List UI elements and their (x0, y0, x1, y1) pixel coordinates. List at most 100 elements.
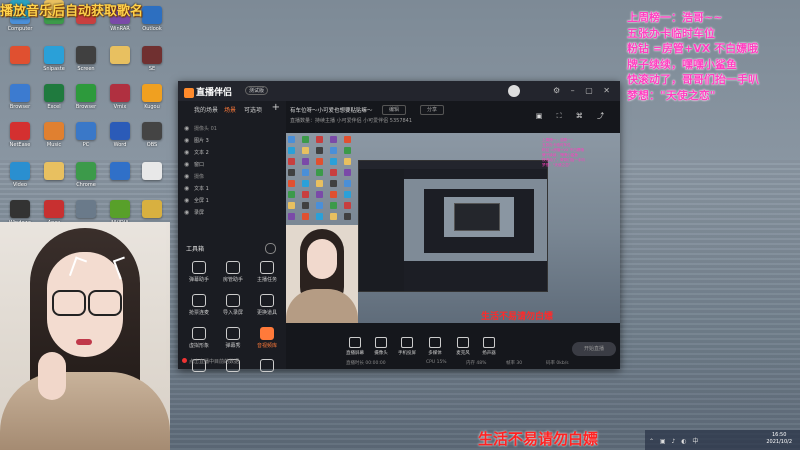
source-item[interactable]: ◉ 文本 2 (184, 147, 280, 158)
control-icon (429, 337, 441, 348)
source-item[interactable]: ◉ 录屏 (184, 207, 280, 218)
visibility-eye-icon[interactable]: ◉ (184, 123, 190, 134)
start-live-button[interactable]: 开始直播 (572, 342, 616, 356)
desktop-icon[interactable]: Snipaste (38, 46, 70, 82)
tool-icon (226, 294, 240, 307)
webcam-feed (0, 222, 170, 450)
visibility-eye-icon[interactable]: ◉ (184, 135, 190, 146)
desktop-icon[interactable]: Word (104, 122, 136, 158)
visibility-eye-icon[interactable]: ◉ (184, 147, 190, 158)
preview-text-overlay: 上周榜一：浩哥~~ 五张办卡临时车位 粉钻 =房管+VX 不白嫖哦 牌子续续，嘿嘿小鲨… (542, 138, 585, 168)
tool-button[interactable] (252, 359, 282, 374)
desktop-icon[interactable]: Screen (70, 46, 102, 82)
slogan-banner: 生活不易请勿白嫖 (478, 430, 599, 448)
desktop-icon[interactable]: NetEase (4, 122, 36, 158)
desktop-icon[interactable]: Music (38, 122, 70, 158)
status-item: 直播时长 00:00:00 (346, 361, 386, 366)
control-button[interactable]: 麦克风 (452, 337, 474, 356)
visibility-eye-icon[interactable]: ◉ (184, 171, 190, 182)
app-icon (76, 84, 96, 102)
desktop-icon-label: WinRAR (110, 26, 130, 32)
control-button[interactable]: 多媒体 (424, 337, 446, 356)
source-label: 摄像头 01 (194, 126, 217, 132)
scene-tab[interactable]: 我的场景 (194, 105, 218, 114)
tool-icon (192, 294, 206, 307)
preview-desktop-icon (302, 147, 309, 154)
tool-icon (260, 327, 274, 340)
desktop-icon-label: Kugou (144, 104, 160, 110)
tool-button[interactable]: 房管助手 (218, 261, 248, 283)
stream-preview[interactable]: 上周榜一：浩哥~~ 五张办卡临时车位 粉钻 =房管+VX 不白嫖哦 牌子续续，嘿嘿小鲨… (286, 133, 620, 323)
room-title: 有车位呀～小可爱也想要贴贴嘛～ (290, 108, 373, 114)
app-icon (110, 84, 130, 102)
desktop-icon[interactable] (104, 46, 136, 82)
tool-button[interactable]: 导入录屏 (218, 294, 248, 316)
preview-desktop-icon (344, 136, 351, 143)
preview-desktop-icon (330, 213, 337, 220)
source-item[interactable]: ◉ 图片 3 (184, 135, 280, 146)
desktop-icon[interactable]: Video (4, 162, 36, 198)
visibility-eye-icon[interactable]: ◉ (184, 207, 190, 218)
preview-overlay-line: 梦想："天使之恋" (542, 163, 571, 167)
visibility-eye-icon[interactable]: ◉ (184, 159, 190, 170)
user-avatar[interactable] (508, 85, 520, 97)
version-badge[interactable]: 测试版 (245, 86, 269, 95)
window-controls[interactable]: ⚙ – ▢ ✕ (553, 86, 614, 95)
control-button[interactable]: 直播屏幕 (344, 337, 366, 356)
tool-button[interactable]: 弹幕秀 (218, 327, 248, 349)
preview-desktop-icon (344, 180, 351, 187)
tool-button[interactable]: 弹幕助手 (184, 261, 214, 283)
preview-desktop-icon (344, 158, 351, 165)
desktop-icon[interactable] (136, 162, 168, 198)
control-button[interactable]: 摄像头 (370, 337, 392, 356)
source-item[interactable]: ◉ 摄像头 01 (184, 123, 280, 134)
tool-button[interactable]: 音视频库 (252, 327, 282, 349)
tool-button[interactable]: 抢票连麦 (184, 294, 214, 316)
add-scene-icon[interactable]: + (272, 102, 280, 113)
visibility-eye-icon[interactable]: ◉ (184, 183, 190, 194)
desktop-icon[interactable]: Excel (38, 84, 70, 120)
tool-button[interactable]: 主播任务 (252, 261, 282, 283)
tool-button[interactable]: 更换道具 (252, 294, 282, 316)
app-icon (10, 84, 30, 102)
preview-desktop-icon (288, 169, 295, 176)
tool-icon (226, 327, 240, 340)
desktop-icon[interactable]: Browser (4, 84, 36, 120)
scene-tab[interactable]: 可选项 (244, 105, 262, 114)
desktop-icon[interactable]: Vmix (104, 84, 136, 120)
desktop-icon[interactable] (38, 162, 70, 198)
source-item[interactable]: ◉ 摄像 (184, 171, 280, 182)
preview-webcam (286, 225, 358, 323)
visibility-eye-icon[interactable]: ◉ (184, 195, 190, 206)
toolbox-more-icon[interactable] (265, 243, 276, 254)
tray-icons[interactable]: ⌃ ▣ ♪ ◐ 中 (649, 436, 700, 445)
sidebar-footer[interactable]: 点击直播中目前的数据 (182, 358, 239, 365)
control-button[interactable]: 扬声器 (478, 337, 500, 356)
control-button[interactable]: 手机投屏 (396, 337, 418, 356)
preview-desktop-icon (302, 202, 309, 209)
tool-button[interactable]: 虚拟形象 (184, 327, 214, 349)
share-button[interactable]: 分享 (420, 105, 445, 115)
status-item: 帧率 30 (506, 361, 523, 366)
room-action-icons[interactable]: ▣ ⛶ ⌘ ⤴ (536, 111, 610, 121)
edit-button[interactable]: 编辑 (382, 105, 407, 115)
preview-desktop-icon (288, 180, 295, 187)
source-item[interactable]: ◉ 全屏 1 (184, 195, 280, 206)
desktop-icon[interactable]: Chrome (70, 162, 102, 198)
taskbar-clock[interactable]: 16:50 2021/10/2 (766, 432, 792, 446)
source-item[interactable]: ◉ 文本 1 (184, 183, 280, 194)
source-item[interactable]: ◉ 窗口 (184, 159, 280, 170)
desktop-icon[interactable] (104, 162, 136, 198)
desktop-icon[interactable]: PC (70, 122, 102, 158)
scene-tab[interactable]: 场景 (224, 105, 236, 114)
desktop-icon[interactable]: OBS (136, 122, 168, 158)
desktop-icon[interactable] (4, 46, 36, 82)
clock-date: 2021/10/2 (766, 439, 792, 445)
app-icon (76, 162, 96, 180)
desktop-icon[interactable]: Kugou (136, 84, 168, 120)
desktop-icon[interactable]: SE (136, 46, 168, 82)
desktop-icon-label: Snipaste (43, 66, 65, 72)
app-logo: 直播伴侣 (184, 85, 232, 98)
app-icon (110, 46, 130, 64)
desktop-icon[interactable]: Browser (70, 84, 102, 120)
